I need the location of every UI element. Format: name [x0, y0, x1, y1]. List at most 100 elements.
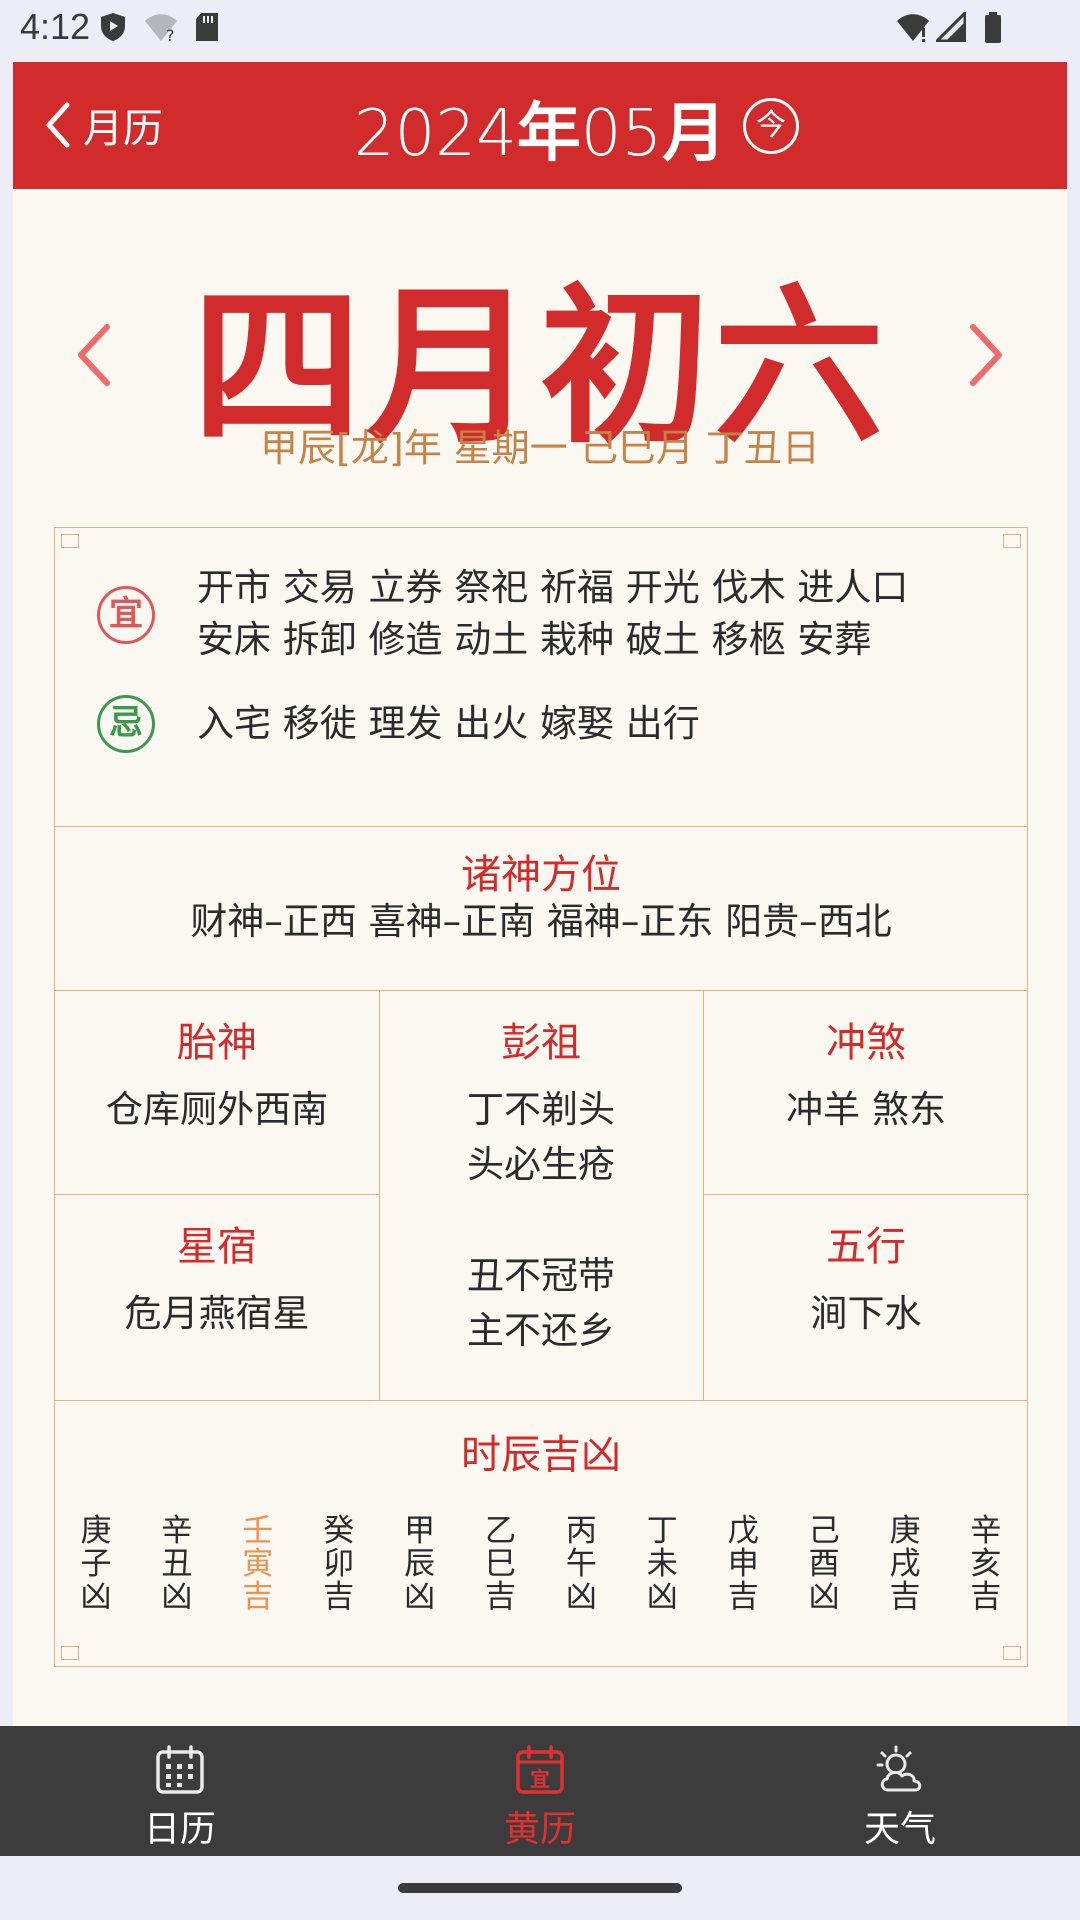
ji-activities: 入宅 移徙 理发 出火 嫁娶 出行 — [197, 698, 997, 750]
shichen-stem: 己 — [808, 1513, 840, 1549]
tab-label: 黄历 — [503, 1809, 576, 1850]
shichen-item: 戊申吉 — [720, 1515, 766, 1614]
pengzu-line: 丁不剃头 — [467, 1088, 615, 1131]
title-month-suffix: 月 — [662, 97, 727, 171]
yi-ji-section: 宜 开市 交易 立券 祭祀 祈福 开光 伐木 进人口 安床 拆卸 修造 动土 栽… — [55, 528, 1027, 827]
sd-card-icon — [196, 13, 218, 41]
shen-position-section: 诸神方位 财神–正西 喜神–正南 福神–正东 阳贵–西北 — [55, 826, 1027, 991]
title-year-suffix: 年 — [516, 97, 581, 171]
shichen-item: 己酉凶 — [801, 1515, 847, 1614]
status-bar: 4:12 ? — [0, 0, 1080, 62]
taishen-cell: 胎神 仓库厕外西南 — [55, 990, 379, 1194]
wuxing-title: 五行 — [826, 1224, 906, 1270]
shichen-title: 时辰吉凶 — [461, 1432, 621, 1478]
shichen-luck: 吉 — [485, 1579, 516, 1615]
shichen-branch: 亥 — [970, 1546, 1002, 1582]
shen-position-text: 财神–正西 喜神–正南 福神–正东 阳贵–西北 — [190, 900, 892, 943]
shichen-section: 时辰吉凶 庚子凶辛丑凶壬寅吉癸卯吉甲辰凶乙巳吉丙午凶丁未凶戊申吉己酉凶庚戌吉辛亥… — [55, 1400, 1027, 1668]
top-header: 月历 2024年05月 今 — [13, 62, 1067, 189]
title-month: 05 — [580, 97, 663, 171]
shichen-branch: 戌 — [889, 1546, 921, 1582]
shichen-item: 丁未凶 — [639, 1515, 685, 1614]
shichen-stem: 辛 — [161, 1513, 193, 1549]
ganzhi-line: 甲辰[龙]年 星期一 己巳月 丁丑日 — [260, 426, 820, 470]
shichen-item: 壬寅吉 — [235, 1515, 281, 1614]
shichen-luck: 凶 — [646, 1579, 678, 1615]
shichen-item: 辛丑凶 — [154, 1515, 200, 1614]
yi-line: 开市 交易 立券 祭祀 祈福 开光 伐木 进人口 — [197, 566, 909, 609]
taishen-title: 胎神 — [177, 1020, 257, 1066]
shichen-luck: 吉 — [889, 1579, 921, 1615]
shichen-item: 甲辰凶 — [397, 1515, 443, 1614]
shichen-stem: 庚 — [80, 1513, 112, 1549]
weather-icon — [876, 1745, 922, 1792]
wifi-icon — [897, 14, 929, 42]
chongsha-cell: 冲煞 冲羊 煞东 — [703, 990, 1029, 1194]
shichen-branch: 丑 — [161, 1546, 193, 1582]
shichen-stem: 丁 — [646, 1513, 678, 1549]
wifi-question-icon: ? — [145, 14, 177, 42]
xingxiu-cell: 星宿 危月燕宿星 — [55, 1194, 379, 1400]
tab-label: 天气 — [863, 1809, 936, 1850]
shichen-luck: 凶 — [404, 1579, 436, 1615]
section-title: 诸神方位 — [461, 852, 621, 898]
shichen-item: 乙巳吉 — [478, 1515, 524, 1614]
xingxiu-title: 星宿 — [177, 1224, 257, 1270]
shichen-branch: 酉 — [808, 1546, 840, 1582]
shichen-branch: 子 — [80, 1546, 112, 1582]
shichen-luck: 吉 — [727, 1579, 759, 1615]
ji-line: 入宅 移徙 理发 出火 嫁娶 出行 — [197, 702, 700, 745]
title-year: 2024 — [353, 97, 517, 171]
shichen-stem: 戊 — [727, 1513, 759, 1549]
shichen-luck: 吉 — [970, 1579, 1002, 1615]
shichen-stem: 乙 — [485, 1513, 516, 1549]
shichen-luck: 凶 — [565, 1579, 597, 1615]
shichen-luck: 凶 — [80, 1579, 112, 1615]
shichen-item: 庚子凶 — [73, 1515, 119, 1614]
shichen-branch: 寅 — [242, 1546, 274, 1582]
tab-weather[interactable]: 天气 — [800, 1726, 1000, 1856]
shichen-branch: 申 — [727, 1546, 759, 1582]
status-time: 4:12 — [20, 6, 91, 47]
taishen-text: 仓库厕外西南 — [106, 1088, 328, 1131]
shichen-luck: 凶 — [161, 1579, 193, 1615]
shichen-branch: 辰 — [404, 1546, 436, 1582]
yi-activities: 开市 交易 立券 祭祀 祈福 开光 伐木 进人口 安床 拆卸 修造 动土 栽种 … — [197, 562, 997, 666]
shichen-item: 庚戌吉 — [882, 1515, 928, 1614]
shichen-luck: 吉 — [323, 1579, 355, 1615]
shichen-branch: 未 — [646, 1546, 678, 1582]
info-grid: 胎神 仓库厕外西南 彭祖 丁不剃头 头必生疮 丑不冠带 主不还乡 冲煞 冲羊 煞… — [55, 990, 1029, 1401]
shichen-branch: 巳 — [485, 1546, 516, 1582]
shichen-luck: 凶 — [808, 1579, 840, 1615]
tab-almanac[interactable]: 宜 黄历 — [440, 1726, 640, 1856]
almanac-table: 宜 开市 交易 立券 祭祀 祈福 开光 伐木 进人口 安床 拆卸 修造 动土 栽… — [54, 527, 1029, 1668]
bottom-nav: 日历 宜 黄历 天气 — [0, 1726, 1080, 1856]
today-button[interactable]: 今 — [743, 98, 799, 154]
shichen-stem: 庚 — [889, 1513, 921, 1549]
svg-text:?: ? — [166, 26, 175, 42]
tab-label: 日历 — [143, 1809, 216, 1850]
svg-text:宜: 宜 — [530, 1767, 550, 1791]
calendar-icon — [156, 1745, 204, 1794]
tab-calendar[interactable]: 日历 — [80, 1726, 280, 1856]
almanac-content: 四月初六 甲辰[龙]年 星期一 己巳月 丁丑日 宜 开市 交易 立券 祭祀 祈福… — [13, 189, 1067, 1726]
month-title[interactable]: 2024年05月 — [13, 82, 1067, 174]
shichen-stem: 辛 — [970, 1513, 1002, 1549]
shichen-stem: 癸 — [323, 1513, 355, 1549]
wuxing-text: 涧下水 — [810, 1292, 922, 1335]
pengzu-cell: 彭祖 丁不剃头 头必生疮 丑不冠带 主不还乡 — [379, 990, 703, 1400]
shield-icon — [101, 13, 125, 41]
wuxing-cell: 五行 涧下水 — [703, 1194, 1029, 1400]
shichen-item: 癸卯吉 — [316, 1515, 362, 1614]
pengzu-line: 丑不冠带 — [467, 1254, 615, 1297]
pengzu-line: 头必生疮 — [467, 1143, 615, 1186]
shichen-stem: 甲 — [404, 1513, 436, 1549]
chongsha-title: 冲煞 — [826, 1020, 906, 1066]
chongsha-text: 冲羊 煞东 — [786, 1088, 946, 1131]
shichen-branch: 卯 — [323, 1546, 355, 1582]
cell-signal-icon — [936, 12, 966, 42]
shichen-stem: 壬 — [242, 1513, 274, 1549]
xingxiu-text: 危月燕宿星 — [124, 1292, 310, 1335]
gesture-bar[interactable] — [398, 1883, 682, 1893]
shichen-item: 辛亥吉 — [963, 1515, 1009, 1614]
